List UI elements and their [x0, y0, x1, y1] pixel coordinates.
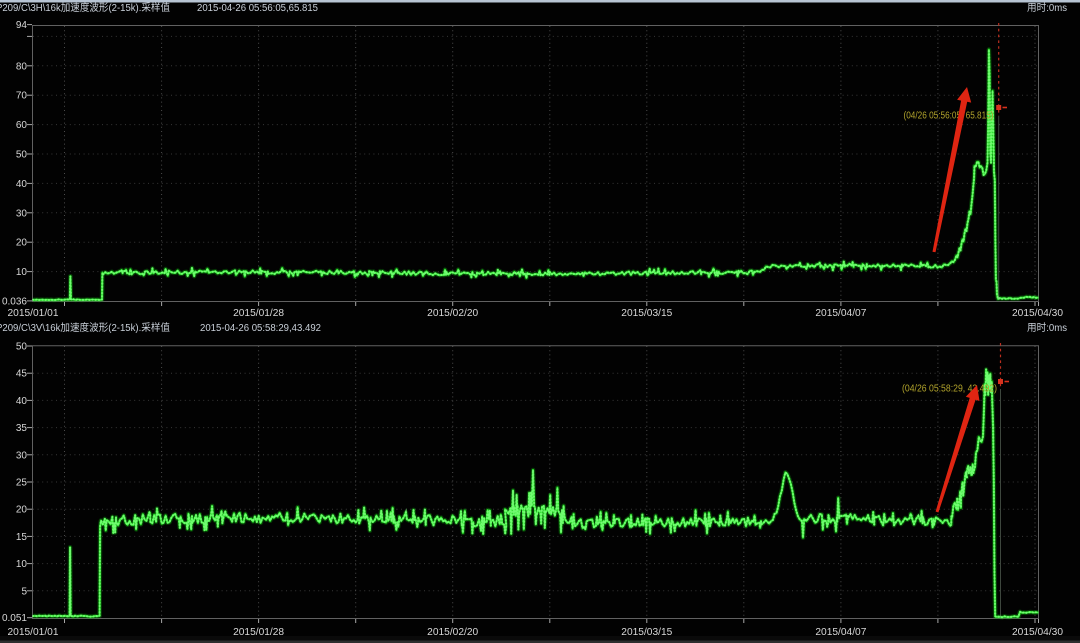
- svg-text:2015-04-26 05:58:29,43.492: 2015-04-26 05:58:29,43.492: [200, 323, 321, 334]
- svg-text:40: 40: [16, 396, 28, 407]
- svg-text:2015/04/07: 2015/04/07: [815, 627, 866, 638]
- svg-text:2015/03/15: 2015/03/15: [621, 627, 672, 638]
- svg-text:用时:0ms: 用时:0ms: [1027, 322, 1067, 334]
- svg-text:P209/C\3V\16k加速度波形(2-15k).采样值: P209/C\3V\16k加速度波形(2-15k).采样值: [0, 321, 170, 334]
- svg-text:40: 40: [16, 179, 28, 190]
- svg-text:(04/26 05:56:05, 65.815): (04/26 05:56:05, 65.815): [904, 111, 994, 122]
- svg-text:15: 15: [16, 532, 28, 543]
- svg-text:2015/01/01: 2015/01/01: [8, 308, 59, 319]
- svg-text:2015/04/30: 2015/04/30: [1012, 308, 1063, 319]
- svg-text:10: 10: [16, 559, 28, 570]
- svg-text:10: 10: [16, 267, 28, 278]
- svg-text:50: 50: [16, 150, 28, 161]
- svg-text:0.051: 0.051: [2, 613, 27, 624]
- svg-text:20: 20: [16, 505, 28, 516]
- svg-text:5: 5: [21, 586, 27, 597]
- svg-text:30: 30: [16, 450, 28, 461]
- svg-text:35: 35: [16, 423, 28, 434]
- svg-text:94: 94: [16, 20, 28, 31]
- svg-text:20: 20: [16, 238, 28, 249]
- svg-text:2015/01/01: 2015/01/01: [8, 627, 59, 638]
- svg-text:2015/03/15: 2015/03/15: [621, 308, 672, 319]
- svg-text:2015/01/28: 2015/01/28: [233, 627, 284, 638]
- svg-text:70: 70: [16, 91, 28, 102]
- svg-text:0.036: 0.036: [2, 296, 27, 307]
- svg-text:2015/01/28: 2015/01/28: [233, 308, 284, 319]
- svg-text:(04/26 05:58:29, 43.492): (04/26 05:58:29, 43.492): [902, 384, 997, 395]
- svg-text:P209/C\3H\16k加速度波形(2-15k).采样值: P209/C\3H\16k加速度波形(2-15k).采样值: [0, 1, 170, 14]
- svg-text:2015/04/30: 2015/04/30: [1012, 627, 1063, 638]
- svg-text:2015/04/07: 2015/04/07: [815, 308, 866, 319]
- svg-text:25: 25: [16, 478, 28, 489]
- svg-text:45: 45: [16, 369, 28, 380]
- svg-text:60: 60: [16, 120, 28, 131]
- svg-text:2015/02/20: 2015/02/20: [427, 308, 478, 319]
- svg-text:2015-04-26 05:56:05,65.815: 2015-04-26 05:56:05,65.815: [197, 3, 318, 14]
- svg-text:2015/02/20: 2015/02/20: [427, 627, 478, 638]
- svg-text:80: 80: [16, 61, 28, 72]
- svg-text:30: 30: [16, 208, 28, 219]
- svg-text:50: 50: [16, 342, 28, 353]
- svg-text:用时:0ms: 用时:0ms: [1027, 2, 1067, 14]
